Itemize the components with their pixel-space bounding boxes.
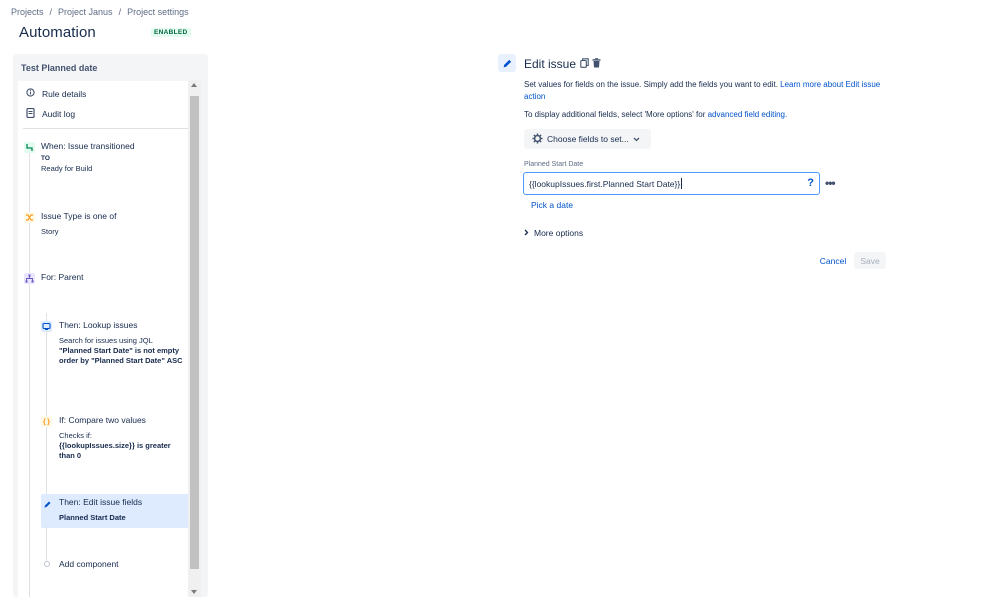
more-options-toggle[interactable]: More options [524,228,583,238]
text-cursor [681,178,683,189]
pencil-icon [42,499,53,510]
rule-component-list: Rule details Audit log When: Issue trans… [18,81,200,597]
compare-expression: {{lookupIssues.size}} is greater than 0 [59,441,171,460]
more-actions-icon[interactable]: ••• [825,177,836,189]
editor-description: Set values for fields on the issue. Simp… [524,79,884,103]
document-icon [26,107,35,120]
save-button[interactable]: Save [854,252,886,269]
lookup-desc-prefix: Search for issues using JQL [59,336,153,345]
component-trigger[interactable]: When: Issue transitioned TO Ready for Bu… [41,141,135,174]
breadcrumb-project-janus[interactable]: Project Janus [58,7,113,17]
nav-label: Rule details [42,88,87,99]
condition-value: Story [41,227,59,236]
advanced-field-editing-link[interactable]: advanced field editing. [708,110,788,119]
component-title: Issue Type is one of [41,211,117,221]
cancel-button[interactable]: Cancel [815,252,851,269]
braces-icon: {} [41,416,52,427]
rule-panel: Test Planned date Rule details Audit log… [13,54,208,597]
lookup-icon [41,321,52,332]
editor-description-text: Set values for fields on the issue. Simp… [524,80,778,89]
component-branch[interactable]: For: Parent [41,272,84,282]
component-title: Then: Lookup issues [59,320,138,330]
field-input-value: {{lookupIssues.first.Planned Start Date}… [529,178,681,189]
divider [23,128,197,129]
lookup-description: Search for issues using JQL "Planned Sta… [59,336,184,366]
more-options-label: More options [534,228,584,238]
compare-description: Checks if: {{lookupIssues.size}} is grea… [59,431,184,461]
planned-start-date-input[interactable]: {{lookupIssues.first.Planned Start Date}… [523,172,820,195]
nav-audit-log[interactable]: Audit log [26,107,76,120]
nav-rule-details[interactable]: Rule details [26,88,86,99]
breadcrumb: Projects / Project Janus / Project setti… [11,7,189,17]
nav-label: Audit log [42,109,76,119]
scroll-up-icon[interactable] [191,83,197,87]
chevron-down-icon [633,134,640,144]
branch-icon [24,273,35,284]
shuffle-icon [24,212,35,223]
status-badge[interactable]: ENABLED [151,28,191,37]
breadcrumb-project-settings[interactable]: Project settings [127,7,189,17]
page-title: Automation [19,24,96,41]
pick-a-date-link[interactable]: Pick a date [531,200,573,210]
trash-icon[interactable] [592,58,601,70]
trigger-to-value: Ready for Build [41,164,93,173]
add-component-button[interactable]: Add component [59,559,119,569]
rule-name[interactable]: Test Planned date [21,63,97,73]
editor-title: Edit issue [524,57,577,71]
component-title: When: Issue transitioned [41,141,135,151]
compare-desc-prefix: Checks if: [59,431,92,440]
component-condition[interactable]: Issue Type is one of Story [41,211,116,237]
breadcrumb-separator: / [118,7,122,17]
copy-icon[interactable] [580,58,589,70]
add-component-label: Add component [59,559,119,569]
choose-fields-button[interactable]: Choose fields to set... [524,129,651,149]
editor-actions [580,58,601,70]
add-component-dot [44,561,50,567]
component-compare[interactable]: If: Compare two values Checks if: {{look… [59,415,184,461]
trigger-to-label: TO [41,155,50,162]
info-icon [26,88,35,99]
scroll-down-icon[interactable] [191,590,197,594]
component-lookup[interactable]: Then: Lookup issues Search for issues us… [59,320,184,366]
pencil-icon [498,54,516,72]
lookup-jql: "Planned Start Date" is not empty order … [59,346,183,365]
gear-icon [532,132,543,146]
trigger-icon [24,142,35,153]
help-icon[interactable]: ? [807,177,814,189]
component-edit[interactable]: Then: Edit issue fields Planned Start Da… [59,497,142,523]
scroll-thumb[interactable] [190,96,199,569]
edit-field-value: Planned Start Date [59,513,126,522]
chevron-right-icon [524,228,529,238]
component-title: For: Parent [41,272,84,282]
component-title: Then: Edit issue fields [59,497,143,507]
field-label: Planned Start Date [524,161,584,168]
choose-fields-label: Choose fields to set... [547,134,629,144]
component-title: If: Compare two values [59,415,146,425]
extra-info-text: To display additional fields, select 'Mo… [524,110,706,119]
breadcrumb-separator: / [49,7,53,17]
editor-extra-info: To display additional fields, select 'Mo… [524,110,787,119]
scrollbar[interactable] [188,80,201,597]
breadcrumb-projects[interactable]: Projects [11,7,44,17]
